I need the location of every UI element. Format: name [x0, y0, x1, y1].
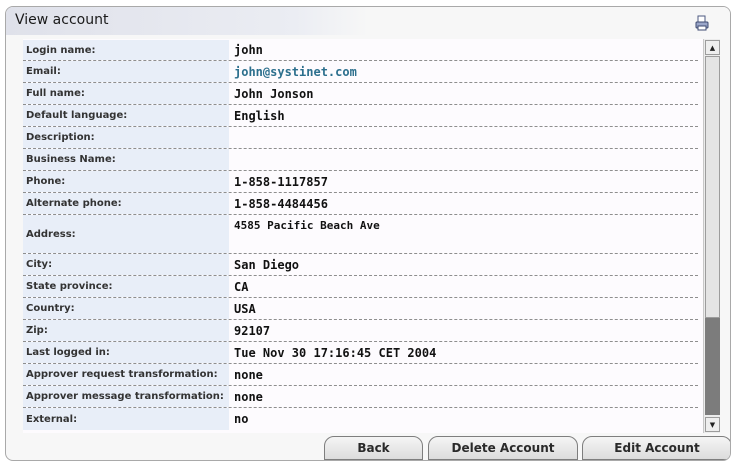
arrow-up-icon[interactable]: ▲ [705, 40, 720, 55]
field-business-name: Business Name: [23, 149, 698, 171]
scrollbar-thumb[interactable] [705, 56, 720, 318]
field-label: Login name: [23, 40, 229, 60]
field-label: Approver request transformation: [23, 364, 229, 385]
field-phone: Phone: 1-858-1117857 [23, 171, 698, 193]
field-label: Description: [23, 127, 229, 148]
field-value: none [234, 367, 263, 382]
field-label: External: [23, 408, 229, 430]
field-country: Country: USA [23, 298, 698, 320]
field-value: 1-858-4484456 [234, 196, 328, 211]
field-address: Address: 4585 Pacific Beach Ave [23, 215, 698, 254]
field-value: John Jonson [234, 86, 314, 101]
field-value: English [234, 108, 285, 123]
field-zip: Zip: 92107 [23, 320, 698, 342]
field-label: State province: [23, 276, 229, 297]
scrollbar-track[interactable] [705, 318, 720, 415]
field-description: Description: [23, 127, 698, 149]
page-title: View account [15, 12, 109, 28]
back-button[interactable]: Back [324, 436, 423, 460]
field-value: 1-858-1117857 [234, 174, 328, 189]
field-label: Approver message transformation: [23, 386, 229, 407]
vertical-scrollbar[interactable]: ▲ ▼ [703, 39, 720, 433]
field-value: San Diego [234, 257, 300, 272]
field-label: Country: [23, 298, 229, 319]
edit-account-button[interactable]: Edit Account [582, 436, 730, 460]
field-label: Default language: [23, 105, 229, 126]
field-label: Full name: [23, 83, 229, 104]
field-value: 92107 [234, 323, 271, 338]
field-label: Alternate phone: [23, 193, 229, 214]
printer-icon[interactable] [694, 15, 710, 31]
field-value: john [234, 43, 263, 57]
field-value: 4585 Pacific Beach Ave [234, 219, 380, 232]
field-label: Phone: [23, 171, 229, 192]
field-last-logged-in: Last logged in: Tue Nov 30 17:16:45 CET … [23, 342, 698, 364]
field-label: Email: [23, 61, 229, 82]
field-full-name: Full name: John Jonson [23, 83, 698, 105]
delete-account-button[interactable]: Delete Account [428, 436, 578, 460]
field-email: Email: john@systinet.com [23, 61, 698, 83]
arrow-down-icon[interactable]: ▼ [705, 417, 720, 432]
account-details: Login name: john Email: john@systinet.co… [23, 39, 703, 433]
title-bar: View account [6, 7, 730, 35]
field-alternate-phone: Alternate phone: 1-858-4484456 [23, 193, 698, 215]
field-login-name: Login name: john [23, 40, 698, 61]
view-account-panel: View account Login name: john Email: joh… [5, 6, 731, 461]
field-value: USA [234, 301, 256, 316]
field-value: Tue Nov 30 17:16:45 CET 2004 [234, 345, 437, 360]
field-value: CA [234, 279, 249, 294]
email-link[interactable]: john@systinet.com [234, 61, 357, 82]
field-value: no [234, 412, 249, 426]
field-approver-request-transformation: Approver request transformation: none [23, 364, 698, 386]
field-external: External: no [23, 408, 698, 430]
field-label: Zip: [23, 320, 229, 341]
field-default-language: Default language: English [23, 105, 698, 127]
field-approver-message-transformation: Approver message transformation: none [23, 386, 698, 408]
field-value: none [234, 389, 263, 404]
field-label: Business Name: [23, 149, 229, 170]
field-city: City: San Diego [23, 254, 698, 276]
field-label: Last logged in: [23, 342, 229, 363]
field-state-province: State province: CA [23, 276, 698, 298]
field-label: Address: [23, 215, 229, 253]
field-label: City: [23, 254, 229, 275]
